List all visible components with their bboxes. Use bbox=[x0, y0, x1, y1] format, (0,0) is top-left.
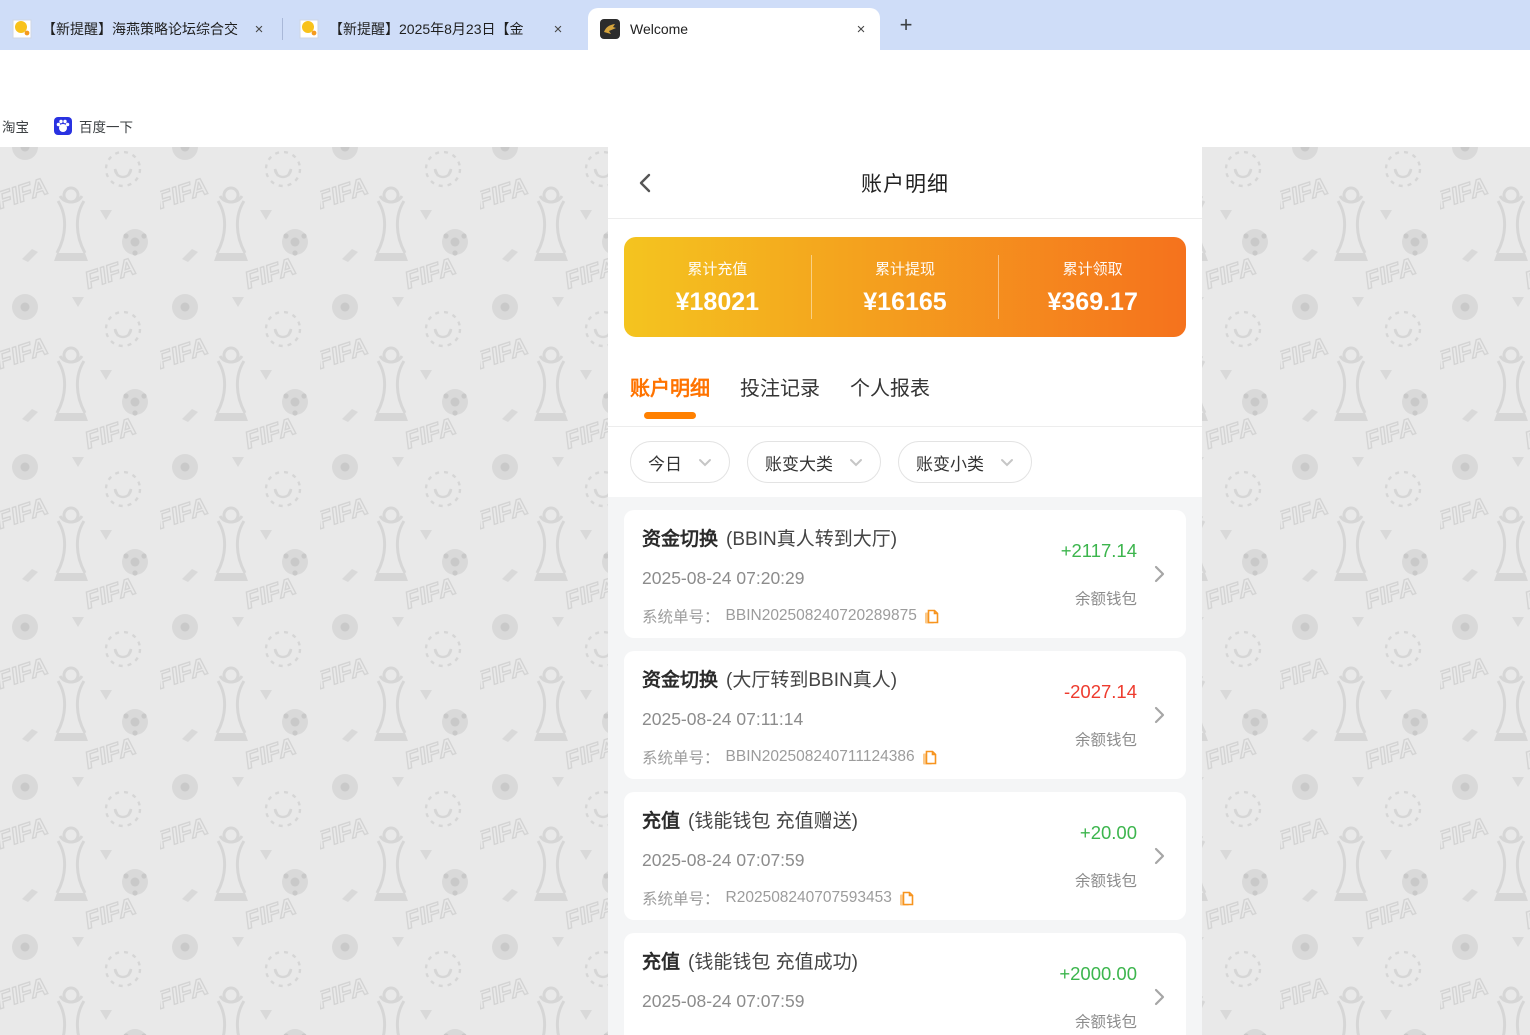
filter-label: 账变小类 bbox=[916, 450, 984, 475]
total-deposit: 累计充值 ¥18021 bbox=[624, 258, 811, 317]
transaction-serial: 系统单号：BBIN202508240711124386 bbox=[642, 746, 1006, 768]
totals-card: 累计充值 ¥18021 累计提现 ¥16165 累计领取 ¥369.17 bbox=[624, 237, 1186, 337]
amount: -2027.14 bbox=[1064, 681, 1137, 703]
bookmarks-bar: 淘宝 百度一下 bbox=[0, 105, 1530, 147]
bookmark-label: 百度一下 bbox=[79, 116, 133, 136]
tab-separator bbox=[282, 18, 283, 40]
section-tabs: 账户明细 投注记录 个人报表 bbox=[608, 347, 1202, 427]
browser-toolbar: 175616.cc/reports/index bbox=[0, 50, 1530, 105]
transaction-serial: 系统单号：BBIN202508240720289875 bbox=[642, 605, 1006, 627]
transaction-title: 资金切换(大厅转到BBIN真人) bbox=[642, 665, 1006, 692]
tab-welcome-active[interactable]: Welcome × bbox=[588, 8, 880, 50]
chevron-right-icon[interactable] bbox=[1148, 986, 1170, 1008]
filter-label: 今日 bbox=[648, 450, 682, 475]
tab-account-detail[interactable]: 账户明细 bbox=[630, 372, 710, 401]
bookmark-baidu[interactable]: 百度一下 bbox=[54, 105, 133, 147]
stat-value: ¥369.17 bbox=[999, 288, 1186, 317]
wallet-label: 余额钱包 bbox=[1075, 869, 1137, 891]
tab-news[interactable]: 【新提醒】2025年8月23日【金 × bbox=[287, 8, 577, 50]
panel-header: 账户明细 bbox=[608, 147, 1202, 219]
transaction-serial: 系统单号：R202508240707593453 bbox=[642, 887, 1006, 909]
tab-bet-records[interactable]: 投注记录 bbox=[740, 372, 820, 401]
amount: +2000.00 bbox=[1059, 963, 1137, 985]
note-favicon-icon bbox=[299, 19, 319, 39]
stat-label: 累计提现 bbox=[812, 258, 999, 279]
wallet-label: 余额钱包 bbox=[1075, 1010, 1137, 1032]
date-filter-dropdown[interactable]: 今日 bbox=[630, 441, 730, 483]
page-title: 账户明细 bbox=[861, 168, 949, 198]
stat-label: 累计领取 bbox=[999, 258, 1186, 279]
stat-value: ¥16165 bbox=[812, 288, 999, 317]
transaction-title: 充值(钱能钱包 充值赠送) bbox=[642, 806, 1006, 833]
chevron-right-icon[interactable] bbox=[1148, 704, 1170, 726]
copy-icon[interactable] bbox=[923, 608, 940, 625]
tab-forum[interactable]: 【新提醒】海燕策略论坛综合交 × bbox=[0, 8, 278, 50]
transaction-datetime: 2025-08-24 07:20:29 bbox=[642, 568, 1006, 589]
transaction-row[interactable]: 资金切换(大厅转到BBIN真人) 2025-08-24 07:11:14 系统单… bbox=[624, 651, 1186, 779]
new-tab-button[interactable]: + bbox=[893, 12, 919, 38]
transaction-datetime: 2025-08-24 07:07:59 bbox=[642, 850, 1006, 871]
transaction-row[interactable]: 充值(钱能钱包 充值赠送) 2025-08-24 07:07:59 系统单号：R… bbox=[624, 792, 1186, 920]
close-icon[interactable]: × bbox=[549, 20, 567, 38]
total-withdraw: 累计提现 ¥16165 bbox=[812, 258, 999, 317]
transaction-row[interactable]: 充值(钱能钱包 充值成功) 2025-08-24 07:07:59 +2000.… bbox=[624, 933, 1186, 1035]
account-detail-panel: 账户明细 累计充值 ¥18021 累计提现 ¥16165 累计领取 ¥369.1… bbox=[608, 147, 1202, 1035]
transaction-title: 充值(钱能钱包 充值成功) bbox=[642, 947, 1006, 974]
tab-title: Welcome bbox=[630, 21, 846, 37]
note-favicon-icon bbox=[12, 19, 32, 39]
tab-personal-report[interactable]: 个人报表 bbox=[850, 372, 930, 401]
active-tab-underline bbox=[644, 412, 696, 419]
amount: +2117.14 bbox=[1061, 540, 1137, 562]
tab-strip: 【新提醒】海燕策略论坛综合交 × 【新提醒】2025年8月23日【金 × Wel… bbox=[0, 0, 1530, 50]
back-icon[interactable] bbox=[634, 171, 658, 195]
bookmark-taobao[interactable]: 淘宝 bbox=[2, 105, 29, 147]
major-type-dropdown[interactable]: 账变大类 bbox=[747, 441, 881, 483]
bookmark-label: 淘宝 bbox=[2, 116, 29, 136]
transaction-row[interactable]: 资金切换(BBIN真人转到大厅) 2025-08-24 07:20:29 系统单… bbox=[624, 510, 1186, 638]
stat-label: 累计充值 bbox=[624, 258, 811, 279]
wallet-label: 余额钱包 bbox=[1075, 587, 1137, 609]
transaction-datetime: 2025-08-24 07:07:59 bbox=[642, 991, 1006, 1012]
chevron-down-icon bbox=[1000, 458, 1014, 467]
tab-title: 【新提醒】海燕策略论坛综合交 bbox=[42, 19, 244, 39]
chevron-down-icon bbox=[698, 458, 712, 467]
transaction-list: 资金切换(BBIN真人转到大厅) 2025-08-24 07:20:29 系统单… bbox=[608, 497, 1202, 1035]
page-content: FIFA FIFA 账户 bbox=[0, 147, 1530, 1035]
transaction-datetime: 2025-08-24 07:11:14 bbox=[642, 709, 1006, 730]
baidu-paw-icon bbox=[54, 117, 72, 135]
chevron-right-icon[interactable] bbox=[1148, 845, 1170, 867]
stat-value: ¥18021 bbox=[624, 288, 811, 317]
copy-icon[interactable] bbox=[921, 749, 938, 766]
filter-label: 账变大类 bbox=[765, 450, 833, 475]
amount: +20.00 bbox=[1080, 822, 1137, 844]
wallet-label: 余额钱包 bbox=[1075, 728, 1137, 750]
total-claimed: 累计领取 ¥369.17 bbox=[999, 258, 1186, 317]
close-icon[interactable]: × bbox=[852, 20, 870, 38]
transaction-title: 资金切换(BBIN真人转到大厅) bbox=[642, 524, 1006, 551]
copy-icon[interactable] bbox=[898, 890, 915, 907]
close-icon[interactable]: × bbox=[250, 20, 268, 38]
chevron-right-icon[interactable] bbox=[1148, 563, 1170, 585]
filter-row: 今日 账变大类 账变小类 bbox=[608, 427, 1202, 497]
minor-type-dropdown[interactable]: 账变小类 bbox=[898, 441, 1032, 483]
tab-title: 【新提醒】2025年8月23日【金 bbox=[329, 19, 543, 39]
chevron-down-icon bbox=[849, 458, 863, 467]
site-favicon-icon bbox=[600, 19, 620, 39]
browser-window: 【新提醒】海燕策略论坛综合交 × 【新提醒】2025年8月23日【金 × Wel… bbox=[0, 0, 1530, 1035]
